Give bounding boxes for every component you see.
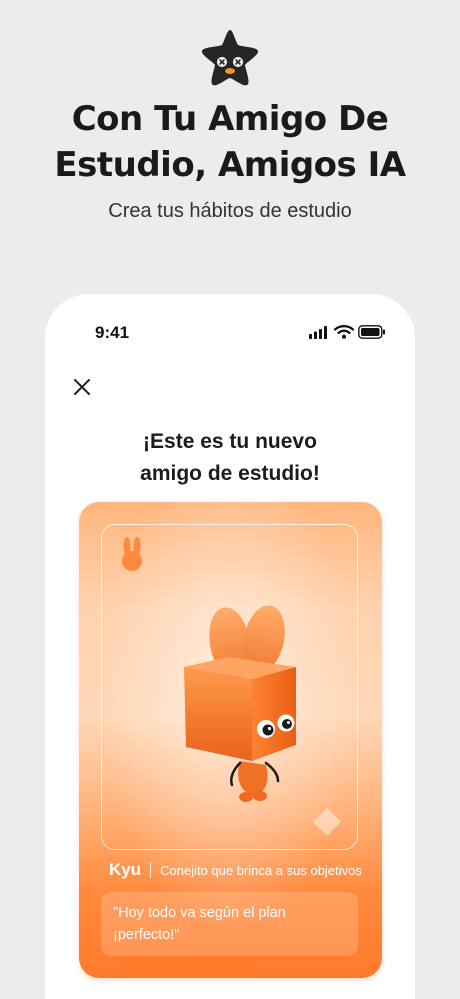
headline: Con Tu Amigo De Estudio, Amigos IA [0, 96, 460, 188]
sheet-title-line-2: amigo de estudio! [140, 462, 320, 485]
star-mascot-icon [199, 28, 261, 88]
sheet-title-line-1: ¡Este es tu nuevo [143, 430, 317, 453]
character-name: Kyu [109, 860, 142, 879]
divider [150, 862, 152, 878]
headline-line-2: Estudio, Amigos IA [54, 145, 406, 185]
signal-icon [309, 326, 327, 339]
character-description: Conejito que brinca a sus objetivos [160, 862, 362, 878]
phone-frame: 9:41 ¡Este es tu nuevo amigo de estudio!… [45, 294, 415, 999]
quote-line-2: ¡perfecto!" [113, 927, 180, 943]
battery-icon [358, 325, 385, 339]
headline-line-1: Con Tu Amigo De [71, 99, 389, 139]
sheet-title: ¡Este es tu nuevo amigo de estudio! [45, 426, 415, 490]
diamond-icon [312, 807, 342, 837]
close-icon [74, 379, 90, 395]
close-button[interactable] [69, 374, 95, 400]
wifi-icon [333, 325, 355, 339]
bunny-icon [120, 537, 144, 571]
card-frame [101, 524, 358, 850]
quote-line-1: "Hoy todo va según el plan [113, 905, 286, 921]
status-time: 9:41 [95, 323, 130, 342]
character-info: Kyu Conejito que brinca a sus objetivos [109, 860, 379, 880]
subtitle: Crea tus hábitos de estudio [108, 200, 352, 222]
status-icons [309, 325, 385, 339]
character-card[interactable]: Kyu Conejito que brinca a sus objetivos … [79, 502, 382, 978]
mascot-illustration [178, 605, 318, 815]
character-quote: "Hoy todo va según el plan ¡perfecto!" [101, 892, 358, 956]
